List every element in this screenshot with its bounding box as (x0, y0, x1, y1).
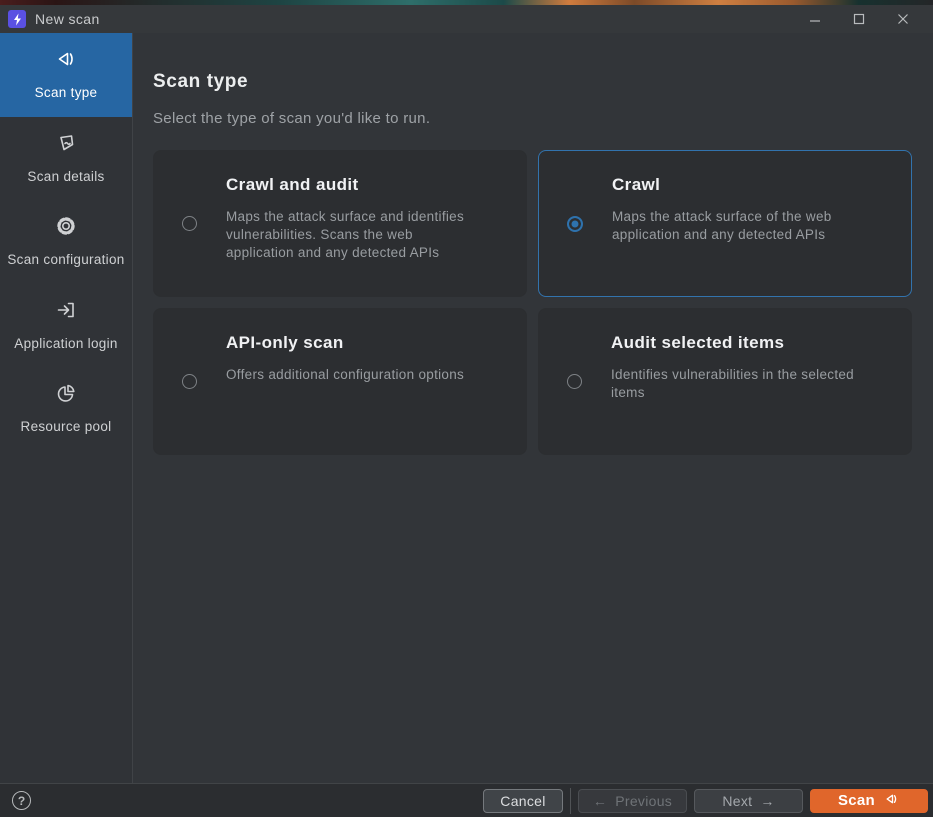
cancel-button[interactable]: Cancel (483, 789, 563, 813)
details-tag-icon (54, 131, 78, 160)
sidebar-item-scan-details[interactable]: Scan details (0, 117, 132, 201)
card-description: Maps the attack surface and identifies v… (226, 208, 478, 262)
footer-bar: ? Cancel ← Previous Next → Scan (0, 783, 933, 817)
sidebar-item-label: Resource pool (21, 418, 112, 436)
radio-button[interactable] (182, 216, 197, 231)
radio-button[interactable] (182, 374, 197, 389)
scan-label: Scan (838, 792, 875, 809)
maximize-icon[interactable] (837, 5, 881, 33)
previous-button[interactable]: ← Previous (578, 789, 687, 813)
sidebar-item-label: Scan type (35, 84, 98, 102)
card-title: Crawl (612, 175, 864, 195)
help-icon[interactable]: ? (12, 791, 31, 810)
scan-icon (54, 47, 78, 76)
scan-type-panel: Scan type Select the type of scan you'd … (133, 33, 933, 783)
card-description: Maps the attack surface of the web appli… (612, 208, 864, 244)
gear-icon (54, 214, 78, 243)
window-title: New scan (35, 11, 100, 27)
burp-lightning-icon (8, 10, 26, 28)
card-title: Crawl and audit (226, 175, 478, 195)
page-title: Scan type (153, 71, 912, 93)
radio-button[interactable] (567, 216, 583, 232)
sidebar-item-scan-configuration[interactable]: Scan configuration (0, 200, 132, 284)
page-subtitle: Select the type of scan you'd like to ru… (153, 110, 912, 127)
sidebar-item-label: Scan details (27, 168, 104, 186)
footer-divider (570, 788, 571, 814)
sidebar-item-label: Application login (14, 335, 117, 353)
scan-icon (883, 791, 900, 811)
card-description: Offers additional configuration options (226, 366, 464, 384)
titlebar: New scan (0, 5, 933, 33)
next-label: Next (722, 793, 752, 809)
sidebar-item-scan-type[interactable]: Scan type (0, 33, 132, 117)
scan-type-options: Crawl and audit Maps the attack surface … (153, 150, 912, 455)
radio-button[interactable] (567, 374, 582, 389)
previous-label: Previous (615, 793, 672, 809)
next-button[interactable]: Next → (694, 789, 803, 813)
login-icon (54, 298, 78, 327)
scan-button[interactable]: Scan (810, 789, 928, 813)
sidebar-item-application-login[interactable]: Application login (0, 284, 132, 368)
minimize-icon[interactable] (793, 5, 837, 33)
sidebar-item-label: Scan configuration (7, 251, 124, 269)
sidebar-item-resource-pool[interactable]: Resource pool (0, 367, 132, 451)
card-title: Audit selected items (611, 333, 863, 353)
arrow-left-icon: ← (593, 793, 607, 809)
card-title: API-only scan (226, 333, 464, 353)
wizard-step-sidebar: Scan type Scan details (0, 33, 133, 783)
card-api-only-scan[interactable]: API-only scan Offers additional configur… (153, 308, 527, 455)
pie-chart-icon (54, 381, 78, 410)
cancel-label: Cancel (500, 793, 545, 809)
close-icon[interactable] (881, 5, 925, 33)
card-crawl[interactable]: Crawl Maps the attack surface of the web… (538, 150, 912, 297)
card-crawl-and-audit[interactable]: Crawl and audit Maps the attack surface … (153, 150, 527, 297)
card-description: Identifies vulnerabilities in the select… (611, 366, 863, 402)
arrow-right-icon: → (760, 793, 774, 809)
help-glyph: ? (18, 794, 25, 808)
new-scan-dialog: New scan Scan type (0, 0, 933, 817)
card-audit-selected-items[interactable]: Audit selected items Identifies vulnerab… (538, 308, 912, 455)
